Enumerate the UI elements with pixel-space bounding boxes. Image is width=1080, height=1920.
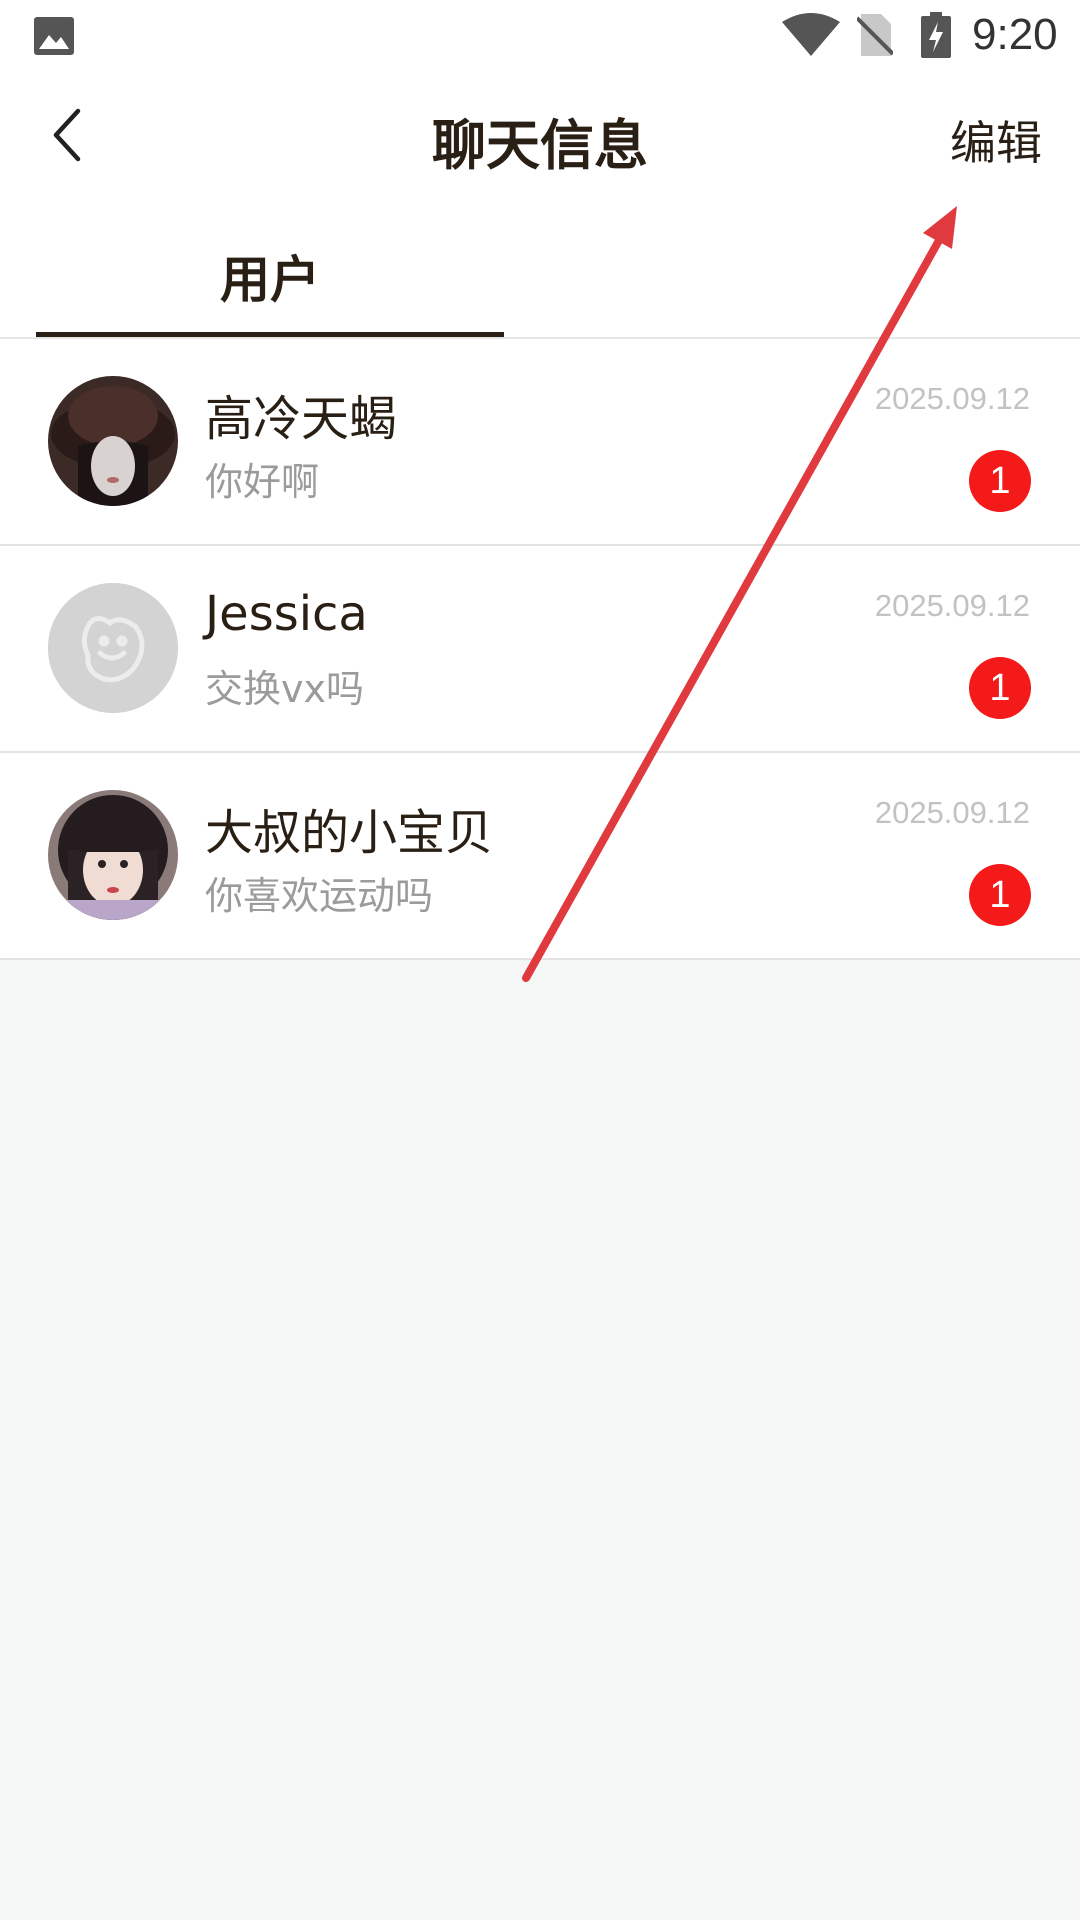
avatar[interactable]: [48, 790, 178, 920]
last-message: 你好啊: [205, 460, 320, 504]
avatar[interactable]: [48, 583, 178, 713]
contact-name: 高冷天蝎: [205, 391, 398, 447]
tab-bar: 用户: [0, 200, 1080, 339]
status-time: 9:20: [972, 10, 1058, 59]
last-message: 交换vx吗: [205, 667, 364, 711]
contact-name: 大叔的小宝贝: [205, 805, 494, 861]
unread-badge: 1: [969, 450, 1031, 512]
gallery-icon: [34, 17, 74, 55]
unread-badge: 1: [969, 657, 1031, 719]
tab-users[interactable]: 用户: [36, 200, 504, 337]
status-bar: 9:20: [0, 0, 1080, 75]
message-date: 2025.09.12: [874, 795, 1030, 830]
conversation-list: 高冷天蝎 你好啊 2025.09.12 1 Jessica 交换vx吗 2025…: [0, 339, 1080, 960]
tab-active-indicator: [36, 332, 504, 337]
conversation-item[interactable]: Jessica 交换vx吗 2025.09.12 1: [0, 546, 1080, 753]
last-message: 你喜欢运动吗: [205, 874, 434, 918]
tab-users-label: 用户: [220, 251, 320, 309]
battery-charging-icon: [921, 12, 951, 58]
message-date: 2025.09.12: [874, 588, 1030, 623]
contact-name: Jessica: [205, 586, 368, 642]
message-date: 2025.09.12: [874, 381, 1030, 416]
unread-badge: 1: [969, 864, 1031, 926]
conversation-item[interactable]: 高冷天蝎 你好啊 2025.09.12 1: [0, 339, 1080, 546]
header: 聊天信息 编辑: [0, 75, 1080, 200]
page-title: 聊天信息: [432, 114, 648, 177]
default-avatar-icon: [48, 583, 178, 713]
avatar[interactable]: [48, 376, 178, 506]
edit-button[interactable]: 编辑: [950, 107, 1042, 173]
conversation-item[interactable]: 大叔的小宝贝 你喜欢运动吗 2025.09.12 1: [0, 753, 1080, 960]
no-sim-icon: [857, 14, 893, 56]
wifi-icon: [782, 13, 840, 56]
